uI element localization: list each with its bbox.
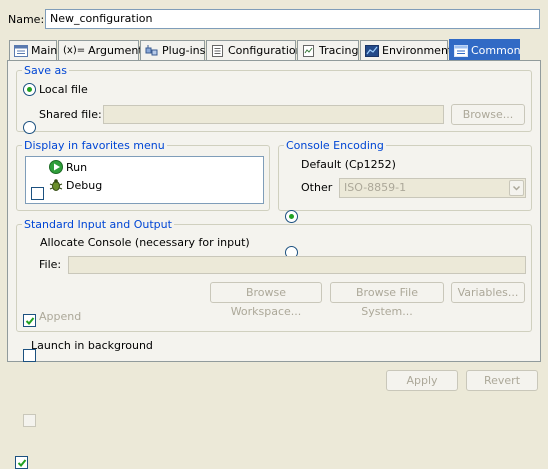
tab-environment-label: Environment bbox=[382, 44, 453, 57]
launch-background-label: Launch in background bbox=[31, 339, 153, 352]
encoding-dropdown-button[interactable] bbox=[509, 180, 524, 196]
browse-workspace-button[interactable]: Browse Workspace... bbox=[210, 282, 322, 318]
launch-background-checkbox[interactable] bbox=[15, 456, 28, 469]
tab-configuration-label: Configuration bbox=[228, 44, 303, 57]
environment-icon bbox=[365, 44, 379, 57]
variables-button[interactable]: Variables... bbox=[451, 282, 525, 303]
run-icon bbox=[49, 160, 63, 174]
run-checkbox[interactable] bbox=[31, 187, 44, 200]
browse-button[interactable]: Browse... bbox=[451, 104, 525, 125]
checkmark-icon bbox=[25, 317, 35, 325]
allocate-console-label: Allocate Console (necessary for input) bbox=[40, 236, 250, 249]
tab-main[interactable]: Main bbox=[9, 40, 57, 60]
local-file-label: Local file bbox=[39, 83, 88, 96]
tab-plugins-label: Plug-ins bbox=[162, 44, 206, 57]
other-encoding-label: Other bbox=[301, 181, 333, 194]
configuration-icon bbox=[211, 44, 225, 57]
tab-environment[interactable]: Environment bbox=[360, 40, 452, 60]
revert-button[interactable]: Revert bbox=[466, 370, 538, 391]
browse-file-system-button[interactable]: Browse File System... bbox=[330, 282, 444, 318]
shared-file-input[interactable] bbox=[103, 105, 444, 124]
favorites-title: Display in favorites menu bbox=[22, 139, 167, 152]
name-input-value: New_configuration bbox=[50, 12, 153, 25]
append-checkbox[interactable] bbox=[23, 414, 36, 427]
tab-main-label: Main bbox=[31, 44, 58, 57]
tab-arguments[interactable]: (x)= Arguments bbox=[58, 40, 148, 60]
tab-common[interactable]: Common bbox=[449, 39, 521, 61]
local-file-radio[interactable] bbox=[23, 83, 36, 96]
shared-file-radio[interactable] bbox=[23, 121, 36, 134]
shared-file-label: Shared file: bbox=[39, 108, 102, 121]
tab-tracing-label: Tracing bbox=[319, 44, 359, 57]
run-label: Run bbox=[66, 161, 88, 174]
name-input[interactable]: New_configuration bbox=[45, 9, 540, 29]
file-label: File: bbox=[39, 258, 62, 271]
tab-plugins[interactable]: Plug-ins bbox=[140, 40, 205, 60]
encoding-select-value: ISO-8859-1 bbox=[344, 181, 407, 194]
tab-configuration[interactable]: Configuration bbox=[206, 40, 303, 60]
encoding-select[interactable]: ISO-8859-1 bbox=[339, 178, 526, 198]
apply-button[interactable]: Apply bbox=[386, 370, 458, 391]
variable-x-icon: (x)= bbox=[63, 45, 86, 56]
plugin-icon bbox=[145, 44, 159, 57]
common-icon bbox=[454, 44, 468, 57]
append-label: Append bbox=[39, 310, 82, 323]
main-tab-icon bbox=[14, 44, 28, 57]
console-encoding-title: Console Encoding bbox=[284, 139, 386, 152]
tab-tracing[interactable]: Tracing bbox=[297, 40, 359, 60]
chevron-down-icon bbox=[512, 185, 521, 191]
tab-common-label: Common bbox=[471, 44, 521, 57]
default-encoding-radio[interactable] bbox=[285, 210, 298, 223]
checkmark-icon bbox=[17, 459, 27, 467]
debug-bug-icon bbox=[49, 178, 63, 192]
allocate-console-checkbox[interactable] bbox=[23, 314, 36, 327]
name-label: Name: bbox=[8, 13, 45, 26]
tracing-icon bbox=[302, 44, 316, 57]
debug-label: Debug bbox=[66, 179, 103, 192]
save-as-title: Save as bbox=[22, 64, 69, 77]
standard-io-title: Standard Input and Output bbox=[22, 218, 174, 231]
file-path-input[interactable] bbox=[68, 256, 526, 274]
default-encoding-label: Default (Cp1252) bbox=[301, 158, 396, 171]
